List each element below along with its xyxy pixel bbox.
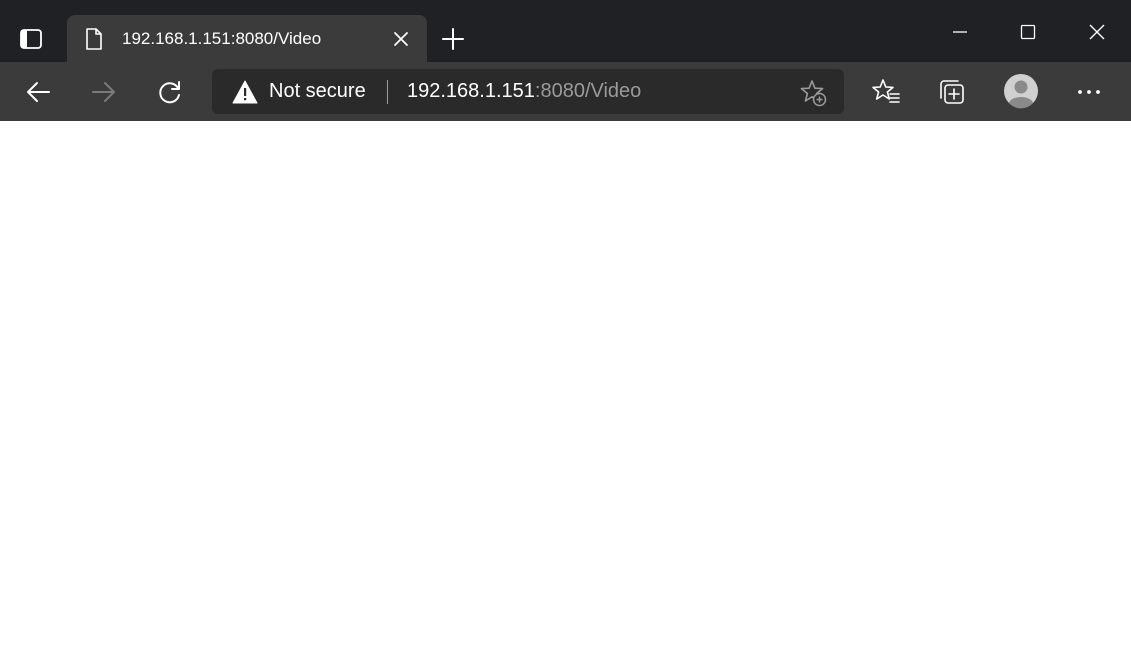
star-plus-icon (800, 80, 827, 107)
plus-icon (442, 28, 464, 50)
browser-tab[interactable]: 192.168.1.151:8080/Video (67, 15, 427, 62)
refresh-button[interactable] (152, 74, 188, 110)
star-list-icon (872, 79, 900, 103)
forward-button[interactable] (86, 74, 122, 110)
address-bar[interactable]: Not secure 192.168.1.151:8080/Video (212, 69, 844, 114)
back-button[interactable] (20, 74, 56, 110)
collections-button[interactable] (934, 74, 970, 110)
url-host: 192.168.1.151 (407, 80, 535, 102)
url-text[interactable]: 192.168.1.151:8080/Video (407, 80, 641, 103)
new-tab-button[interactable] (438, 24, 468, 54)
minimize-button[interactable] (940, 16, 980, 48)
page-icon (84, 27, 104, 51)
tab-title: 192.168.1.151:8080/Video (122, 29, 322, 48)
minimize-icon (953, 31, 967, 33)
add-favorite-button[interactable] (798, 78, 828, 108)
arrow-right-icon (92, 82, 115, 102)
favorites-button[interactable] (868, 74, 904, 110)
warning-icon (232, 80, 258, 104)
close-icon (1089, 24, 1105, 40)
profile-button[interactable] (1002, 72, 1040, 110)
security-label[interactable]: Not secure (269, 80, 366, 103)
address-divider (387, 80, 388, 104)
more-icon (1078, 90, 1100, 94)
maximize-icon (1020, 24, 1036, 40)
avatar-icon (1004, 74, 1038, 109)
security-indicator[interactable] (232, 80, 258, 104)
close-icon (394, 32, 408, 46)
navigation-toolbar: Not secure 192.168.1.151:8080/Video (0, 62, 1131, 121)
settings-and-more-button[interactable] (1071, 74, 1107, 110)
refresh-icon (159, 81, 180, 104)
url-path: :8080/Video (534, 80, 642, 102)
close-window-button[interactable] (1077, 16, 1117, 48)
tab-actions-icon (20, 29, 42, 49)
close-tab-button[interactable] (390, 28, 412, 50)
maximize-button[interactable] (1008, 16, 1048, 48)
tab-actions-button[interactable] (14, 22, 48, 56)
collections-icon (940, 80, 964, 104)
page-content (0, 121, 1131, 646)
title-bar: 192.168.1.151:8080/Video (0, 0, 1131, 62)
arrow-left-icon (27, 82, 50, 102)
